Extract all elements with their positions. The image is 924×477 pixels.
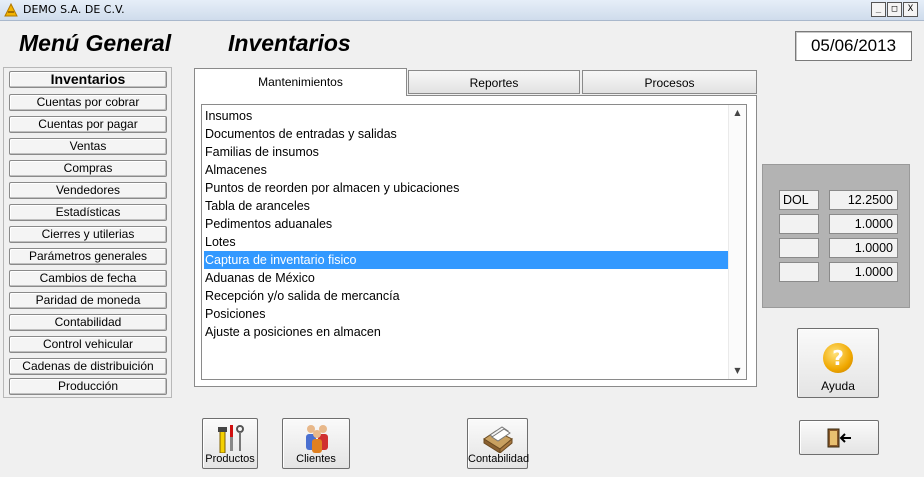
- title-bar: DEMO S.A. DE C.V. _ □ X: [0, 0, 924, 21]
- sidebar-item-contabilidad[interactable]: Contabilidad: [9, 314, 167, 331]
- app-logo-icon: [4, 2, 18, 17]
- sidebar-item-inventarios[interactable]: Inventarios: [9, 71, 167, 88]
- sidebar-item-cambios-de-fecha[interactable]: Cambios de fecha: [9, 270, 167, 287]
- help-button-label: Ayuda: [821, 379, 855, 393]
- list-item[interactable]: Puntos de reorden por almacen y ubicacio…: [204, 179, 729, 197]
- sidebar-item-vendedores[interactable]: Vendedores: [9, 182, 167, 199]
- sidebar-item-ventas[interactable]: Ventas: [9, 138, 167, 155]
- window-title: DEMO S.A. DE C.V.: [23, 3, 125, 16]
- list-item[interactable]: Familias de insumos: [204, 143, 729, 161]
- list-item-selected[interactable]: Captura de inventario fisico: [204, 251, 729, 269]
- list-item[interactable]: Ajuste a posiciones en almacen: [204, 323, 729, 341]
- currency-code: DOL: [779, 190, 819, 210]
- sidebar-item-cadenas-de-distribucion[interactable]: Cadenas de distribuición: [9, 358, 167, 375]
- contabilidad-label: Contabilidad: [468, 453, 530, 465]
- scroll-up-icon[interactable]: ▲: [729, 105, 746, 121]
- help-button[interactable]: ? Ayuda: [797, 328, 879, 398]
- maximize-button[interactable]: □: [887, 2, 902, 17]
- list-item[interactable]: Lotes: [204, 233, 729, 251]
- productos-button[interactable]: Productos: [202, 418, 258, 469]
- sidebar-item-cuentas-por-cobrar[interactable]: Cuentas por cobrar: [9, 94, 167, 111]
- productos-label: Productos: [205, 453, 255, 465]
- list-item[interactable]: Posiciones: [204, 305, 729, 323]
- tab-procesos[interactable]: Procesos: [582, 70, 757, 94]
- list-item[interactable]: Tabla de aranceles: [204, 197, 729, 215]
- currency-code: [779, 214, 819, 234]
- exchange-rate-panel: DOL 12.2500 1.0000 1.0000 1.0000: [762, 164, 910, 308]
- currency-rate: 1.0000: [829, 262, 898, 282]
- minimize-button[interactable]: _: [871, 2, 886, 17]
- sidebar-item-estadisticas[interactable]: Estadísticas: [9, 204, 167, 221]
- tab-strip: Mantenimientos Reportes Procesos: [194, 68, 757, 96]
- currency-rate: 1.0000: [829, 238, 898, 258]
- section-title: Inventarios: [228, 30, 351, 56]
- people-icon: [306, 425, 328, 453]
- options-list[interactable]: Insumos Documentos de entradas y salidas…: [201, 104, 747, 380]
- sidebar-item-control-vehicular[interactable]: Control vehicular: [9, 336, 167, 353]
- list-item[interactable]: Almacenes: [204, 161, 729, 179]
- tab-panel: Insumos Documentos de entradas y salidas…: [194, 95, 757, 387]
- sidebar: Inventarios Cuentas por cobrar Cuentas p…: [3, 67, 172, 398]
- list-item[interactable]: Documentos de entradas y salidas: [204, 125, 729, 143]
- clientes-button[interactable]: Clientes: [282, 418, 350, 469]
- contabilidad-button[interactable]: Contabilidad: [467, 418, 530, 469]
- clientes-label: Clientes: [296, 453, 336, 465]
- close-button[interactable]: X: [903, 2, 918, 17]
- menu-title: Menú General: [19, 30, 172, 56]
- sidebar-item-parametros-generales[interactable]: Parámetros generales: [9, 248, 167, 265]
- tab-mantenimientos[interactable]: Mantenimientos: [194, 68, 407, 96]
- list-item[interactable]: Insumos: [204, 107, 729, 125]
- currency-rate: 1.0000: [829, 214, 898, 234]
- tab-reportes[interactable]: Reportes: [408, 70, 580, 94]
- currency-code: [779, 262, 819, 282]
- question-icon: ?: [823, 343, 853, 373]
- sidebar-item-cuentas-por-pagar[interactable]: Cuentas por pagar: [9, 116, 167, 133]
- list-item[interactable]: Pedimentos aduanales: [204, 215, 729, 233]
- sidebar-item-cierres-y-utilerias[interactable]: Cierres y utilerias: [9, 226, 167, 243]
- tools-icon: [218, 425, 244, 453]
- exit-door-icon: [827, 428, 851, 448]
- sidebar-item-compras[interactable]: Compras: [9, 160, 167, 177]
- card-file-icon: [483, 426, 513, 453]
- sidebar-item-produccion[interactable]: Producción: [9, 378, 167, 395]
- date-field: 05/06/2013: [795, 31, 912, 61]
- exit-button[interactable]: [799, 420, 879, 455]
- currency-rate: 12.2500: [829, 190, 898, 210]
- scroll-down-icon[interactable]: ▼: [729, 363, 746, 379]
- list-item[interactable]: Recepción y/o salida de mercancía: [204, 287, 729, 305]
- sidebar-item-paridad-de-moneda[interactable]: Paridad de moneda: [9, 292, 167, 309]
- list-item[interactable]: Aduanas de México: [204, 269, 729, 287]
- list-scrollbar[interactable]: ▲ ▼: [728, 105, 746, 379]
- currency-code: [779, 238, 819, 258]
